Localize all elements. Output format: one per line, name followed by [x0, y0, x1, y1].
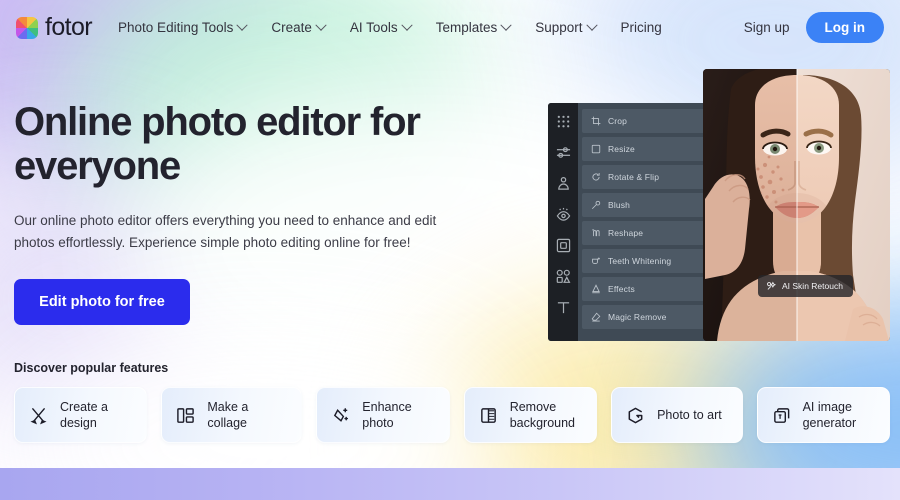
- feature-card-ai-image-generator[interactable]: AI image generator: [756, 387, 890, 443]
- tool-label: Resize: [608, 144, 635, 154]
- nav-item-pricing[interactable]: Pricing: [621, 20, 662, 35]
- remove-bg-icon: [479, 406, 498, 425]
- nav-label: Support: [535, 20, 583, 35]
- text-tool-icon[interactable]: [556, 300, 571, 315]
- magic-remove-icon: [591, 312, 601, 322]
- tool-label: Blush: [608, 200, 631, 210]
- tool-label: Crop: [608, 116, 628, 126]
- design-tools-icon: [29, 406, 48, 425]
- nav-label: Photo Editing Tools: [118, 20, 234, 35]
- nav-actions: Sign up Log in: [744, 12, 884, 43]
- nav-label: Pricing: [620, 20, 662, 35]
- effects-icon: [591, 284, 601, 294]
- tool-label: Reshape: [608, 228, 644, 238]
- badge-label: AI Skin Retouch: [782, 281, 843, 291]
- features-heading: Discover popular features: [14, 361, 169, 375]
- edit-photo-for-free-button[interactable]: Edit photo for free: [14, 278, 190, 325]
- features-section: Discover popular features Create a desig…: [14, 361, 890, 443]
- teeth-icon: [591, 256, 601, 266]
- reshape-icon: [591, 228, 601, 238]
- feature-card-create-a-design[interactable]: Create a design: [14, 387, 148, 443]
- nav-item-create[interactable]: Create: [271, 19, 327, 35]
- chevron-down-icon: [401, 19, 413, 31]
- nav-item-templates[interactable]: Templates: [435, 19, 512, 35]
- page-title: Online photo editor for everyone: [14, 100, 421, 188]
- color-wheel-icon: [16, 16, 38, 39]
- feature-card-label: Create a design: [60, 400, 108, 430]
- before-after-portrait: [703, 69, 890, 341]
- nav-label: Templates: [435, 20, 498, 35]
- skin-retouch-icon: [766, 281, 777, 291]
- shapes-icon[interactable]: [556, 269, 571, 284]
- brand-name: fotor: [45, 13, 93, 41]
- feature-card-list: Create a design Make a collage Enhance p…: [14, 387, 890, 443]
- portrait-icon[interactable]: [556, 176, 571, 191]
- feature-card-remove-background[interactable]: Remove background: [463, 387, 598, 443]
- frame-icon[interactable]: [556, 238, 571, 253]
- brand-logo[interactable]: fotor: [16, 13, 93, 42]
- crop-icon: [591, 116, 601, 126]
- sign-up-link[interactable]: Sign up: [744, 20, 790, 35]
- nav-item-photo-editing-tools[interactable]: Photo Editing Tools: [118, 19, 249, 35]
- collage-icon: [176, 406, 195, 425]
- navbar: fotor Photo Editing Tools Create AI Tool…: [0, 0, 900, 55]
- tool-label: Magic Remove: [608, 312, 667, 322]
- nav-item-ai-tools[interactable]: AI Tools: [349, 19, 413, 35]
- chevron-down-icon: [236, 19, 249, 31]
- status-badge: AI Skin Retouch: [758, 275, 853, 297]
- feature-card-label: AI image generator: [802, 400, 857, 430]
- nav-label: Create: [271, 20, 312, 35]
- eye-icon[interactable]: [556, 207, 571, 222]
- photo-to-art-icon: [626, 406, 645, 425]
- ai-image-icon: [772, 406, 791, 425]
- feature-card-make-a-collage[interactable]: Make a collage: [161, 387, 303, 443]
- tool-label: Effects: [608, 284, 635, 294]
- nav-links: Photo Editing Tools Create AI Tools Temp…: [118, 19, 662, 35]
- feature-card-label: Make a collage: [207, 400, 249, 430]
- tool-label: Teeth Whitening: [608, 256, 672, 266]
- chevron-down-icon: [585, 19, 598, 31]
- feature-card-enhance-photo[interactable]: Enhance photo: [316, 387, 450, 443]
- magic-wand-icon: [331, 406, 350, 425]
- resize-icon: [591, 144, 601, 154]
- chevron-down-icon: [500, 19, 512, 31]
- blush-icon: [591, 200, 601, 210]
- tool-label: Rotate & Flip: [608, 172, 660, 182]
- editor-preview: Crop Resize Rotate & Flip Blush Reshape …: [548, 69, 890, 341]
- nav-item-support[interactable]: Support: [535, 19, 598, 35]
- chevron-down-icon: [315, 19, 327, 31]
- feature-card-label: Photo to art: [657, 408, 722, 422]
- sliders-icon[interactable]: [556, 145, 571, 160]
- nav-label: AI Tools: [349, 20, 398, 35]
- rotate-icon: [591, 172, 601, 182]
- grid-dots-icon[interactable]: [556, 114, 571, 129]
- log-in-button[interactable]: Log in: [805, 12, 884, 43]
- feature-card-label: Enhance photo: [362, 400, 412, 430]
- hero-subtitle: Our online photo editor offers everythin…: [14, 213, 437, 251]
- feature-card-label: Remove background: [509, 400, 576, 430]
- feature-card-photo-to-art[interactable]: Photo to art: [611, 387, 743, 443]
- editor-icon-rail: [548, 103, 578, 341]
